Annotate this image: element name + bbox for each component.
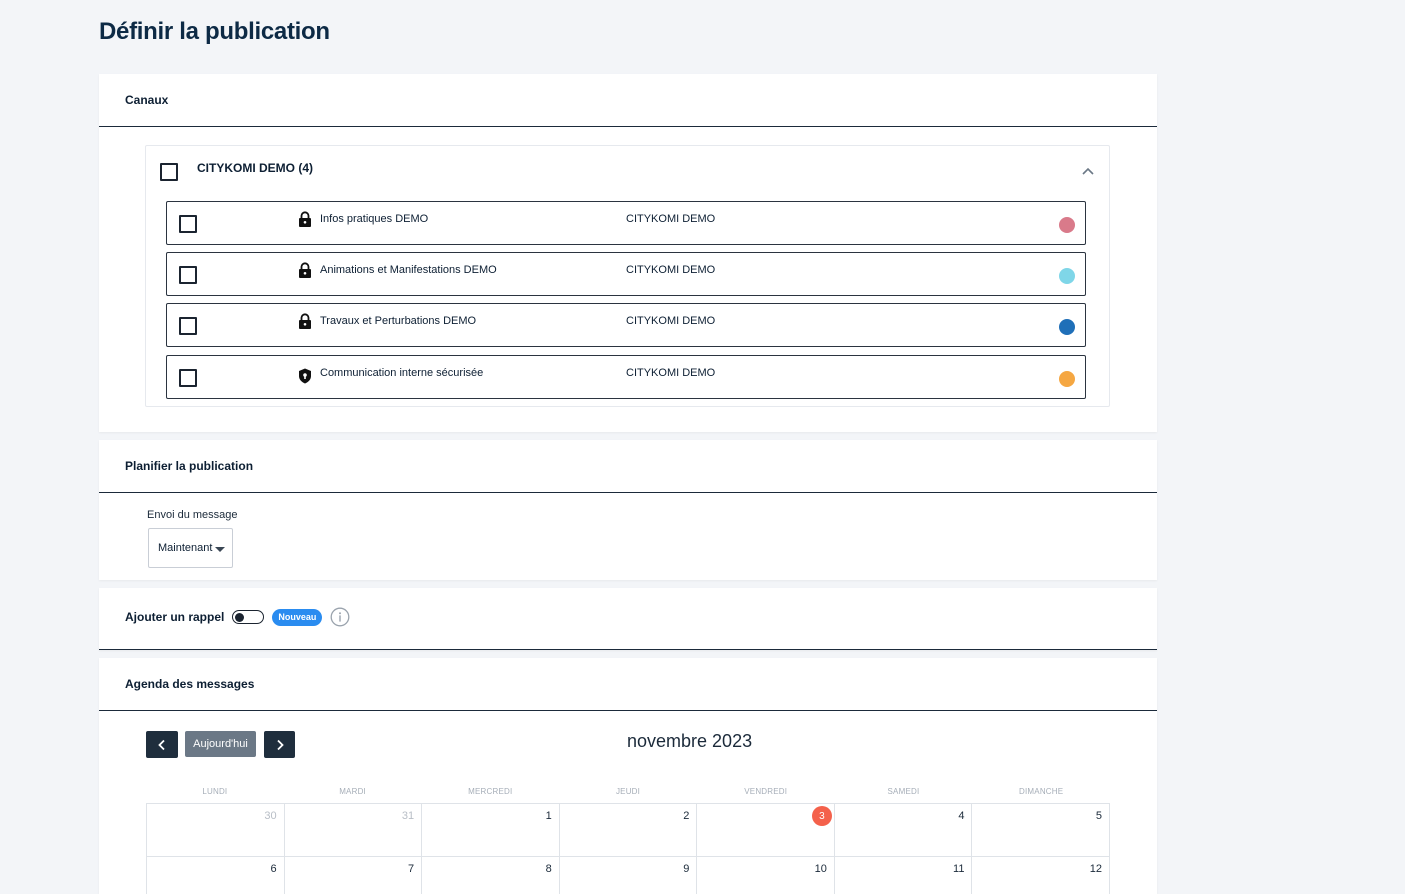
send-timing-select[interactable]: Maintenant — [148, 528, 233, 568]
agenda-card: Agenda des messages Aujourd'hui novembre… — [99, 658, 1157, 894]
chevron-right-icon — [276, 739, 284, 750]
channel-row[interactable]: Communication interne sécurisée CITYKOMI… — [166, 355, 1086, 399]
channels-header: Canaux — [99, 74, 1157, 127]
calendar-day-cell[interactable]: 31 — [283, 804, 422, 856]
day-number: 8 — [545, 863, 552, 875]
schedule-header: Planifier la publication — [99, 440, 1157, 493]
prev-month-button[interactable] — [146, 731, 178, 758]
calendar-day-cell[interactable]: 5 — [971, 804, 1111, 856]
channel-name: Infos pratiques DEMO — [320, 213, 429, 225]
schedule-card: Planifier la publication Envoi du messag… — [99, 440, 1157, 580]
chevron-left-icon — [158, 739, 165, 750]
weekday-label: MARDI — [339, 787, 366, 796]
next-month-button[interactable] — [264, 731, 295, 758]
calendar-day-cell[interactable]: 10 — [696, 857, 834, 894]
shield-lock-icon — [299, 368, 311, 384]
caret-down-icon — [215, 547, 226, 552]
calendar-day-cell[interactable]: 2 — [558, 804, 697, 856]
group-checkbox[interactable] — [160, 163, 178, 181]
channel-org: CITYKOMI DEMO — [626, 367, 716, 379]
weekday-label: MERCREDI — [468, 787, 513, 796]
calendar-day-cell[interactable]: 6 — [146, 857, 284, 894]
calendar-day-cell[interactable]: 12 — [971, 857, 1111, 894]
day-number: 2 — [683, 810, 690, 822]
calendar-day-cell[interactable]: 1 — [421, 804, 559, 856]
weekday-label: JEUDI — [615, 787, 641, 796]
channel-group: CITYKOMI DEMO (4) Infos pratiques DEMO C… — [145, 145, 1110, 407]
today-day-number: 3 — [811, 806, 832, 826]
weekday-label: DIMANCHE — [1019, 787, 1064, 796]
toggle-knob — [235, 612, 245, 622]
day-number: 4 — [958, 810, 965, 822]
calendar-day-cell[interactable]: 9 — [558, 857, 697, 894]
calendar-grid: LUNDI MARDI MERCREDI JEUDI VENDREDI SAME… — [146, 787, 1111, 894]
channel-name: Communication interne sécurisée — [320, 367, 484, 379]
reminder-label: Ajouter un rappel — [125, 610, 225, 624]
channel-org: CITYKOMI DEMO — [626, 315, 716, 327]
lock-icon — [299, 313, 311, 329]
channel-checkbox[interactable] — [179, 215, 197, 233]
send-timing-value: Maintenant — [158, 542, 213, 554]
calendar-day-cell[interactable]: 4 — [833, 804, 972, 856]
channel-org: CITYKOMI DEMO — [626, 213, 716, 225]
weekday-label: LUNDI — [202, 787, 228, 796]
day-number: 1 — [545, 810, 552, 822]
day-number: 6 — [270, 863, 277, 875]
weekday-label: VENDREDI — [744, 787, 788, 796]
calendar-day-cell[interactable]: 30 — [146, 804, 284, 856]
day-number: 30 — [264, 810, 277, 822]
today-button[interactable]: Aujourd'hui — [185, 731, 256, 757]
reminder-card: Ajouter un rappel Nouveau — [99, 588, 1157, 650]
calendar-day-cell-today[interactable]: 3 — [696, 804, 834, 856]
lock-icon — [299, 262, 311, 278]
channel-group-header[interactable]: CITYKOMI DEMO (4) — [160, 159, 1097, 185]
calendar-week-row: 6 7 8 9 10 11 12 — [146, 856, 1111, 894]
day-number: 5 — [1095, 810, 1103, 822]
channel-row[interactable]: Infos pratiques DEMO CITYKOMI DEMO — [166, 201, 1086, 245]
channel-name: Travaux et Perturbations DEMO — [320, 315, 477, 327]
lock-icon — [299, 211, 311, 227]
day-number: 11 — [953, 863, 965, 875]
channel-color-dot — [1059, 268, 1075, 284]
new-badge: Nouveau — [272, 608, 323, 626]
channel-color-dot — [1059, 371, 1075, 387]
channel-checkbox[interactable] — [179, 369, 197, 387]
reminder-toggle[interactable] — [232, 610, 265, 624]
day-number: 10 — [814, 863, 827, 875]
channels-card: Canaux CITYKOMI DEMO (4) Infos pratiques… — [99, 74, 1157, 432]
day-number: 9 — [683, 863, 690, 875]
calendar-month-title: novembre 2023 — [627, 731, 753, 751]
channel-name: Animations et Manifestations DEMO — [320, 264, 497, 276]
day-number: 7 — [408, 863, 415, 875]
channel-row[interactable]: Animations et Manifestations DEMO CITYKO… — [166, 252, 1086, 296]
chevron-up-icon[interactable] — [1081, 165, 1095, 179]
group-label: CITYKOMI DEMO (4) — [197, 161, 313, 175]
channel-color-dot — [1059, 217, 1075, 233]
reminder-row: Ajouter un rappel Nouveau — [125, 607, 350, 627]
channel-checkbox[interactable] — [179, 266, 197, 284]
channel-checkbox[interactable] — [179, 317, 197, 335]
weekday-label: SAMEDI — [887, 787, 920, 796]
day-number: 31 — [401, 810, 415, 822]
send-field-label: Envoi du message — [147, 509, 238, 521]
info-icon[interactable] — [330, 607, 350, 627]
calendar-week-row: 30 31 1 2 3 4 5 — [146, 803, 1111, 856]
calendar-day-cell[interactable]: 7 — [283, 857, 422, 894]
calendar-day-cell[interactable]: 8 — [421, 857, 559, 894]
day-number: 12 — [1089, 863, 1103, 875]
channel-org: CITYKOMI DEMO — [626, 264, 716, 276]
page-title: Définir la publication — [99, 18, 330, 45]
calendar-weekday-header: LUNDI MARDI MERCREDI JEUDI VENDREDI SAME… — [146, 787, 1110, 803]
calendar-day-cell[interactable]: 11 — [833, 857, 972, 894]
channel-row[interactable]: Travaux et Perturbations DEMO CITYKOMI D… — [166, 303, 1086, 347]
agenda-header: Agenda des messages — [99, 658, 1157, 711]
channel-color-dot — [1059, 319, 1075, 335]
